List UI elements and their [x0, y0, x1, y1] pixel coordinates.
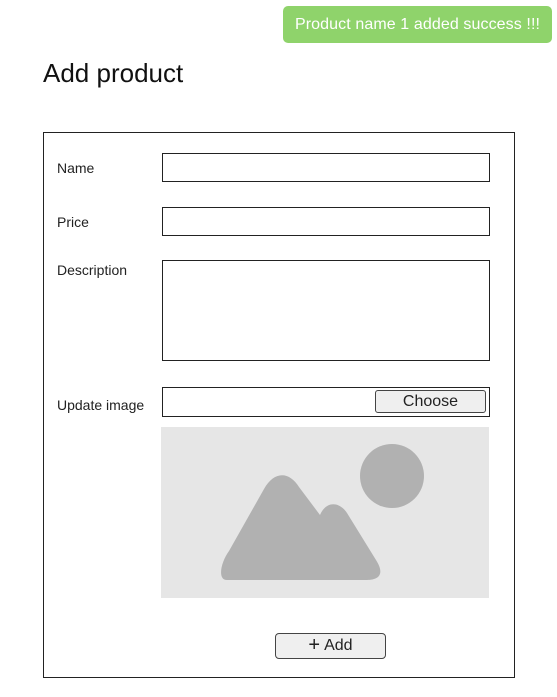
price-label: Price — [57, 214, 89, 230]
toast-message: Product name 1 added success !!! — [294, 15, 541, 33]
update-image-label: Update image — [57, 397, 145, 413]
page-title: Add product — [43, 58, 184, 88]
add-product-form: Name Price Description Update image Choo… — [43, 132, 515, 678]
description-input[interactable] — [162, 260, 490, 361]
add-button[interactable]: + Add — [275, 633, 386, 659]
add-product-page: Product name 1 added success !!! Add pro… — [0, 0, 557, 697]
description-label: Description — [57, 262, 128, 278]
plus-icon: + — [308, 634, 321, 656]
add-button-label: Add — [324, 637, 353, 654]
name-input[interactable] — [162, 153, 490, 182]
price-input[interactable] — [162, 207, 490, 236]
success-toast: Product name 1 added success !!! — [283, 6, 552, 43]
name-label: Name — [57, 160, 95, 176]
choose-file-button[interactable]: Choose — [375, 390, 486, 413]
image-file-input[interactable]: Choose — [162, 387, 490, 417]
image-preview — [161, 427, 489, 598]
image-placeholder-icon — [221, 444, 424, 580]
